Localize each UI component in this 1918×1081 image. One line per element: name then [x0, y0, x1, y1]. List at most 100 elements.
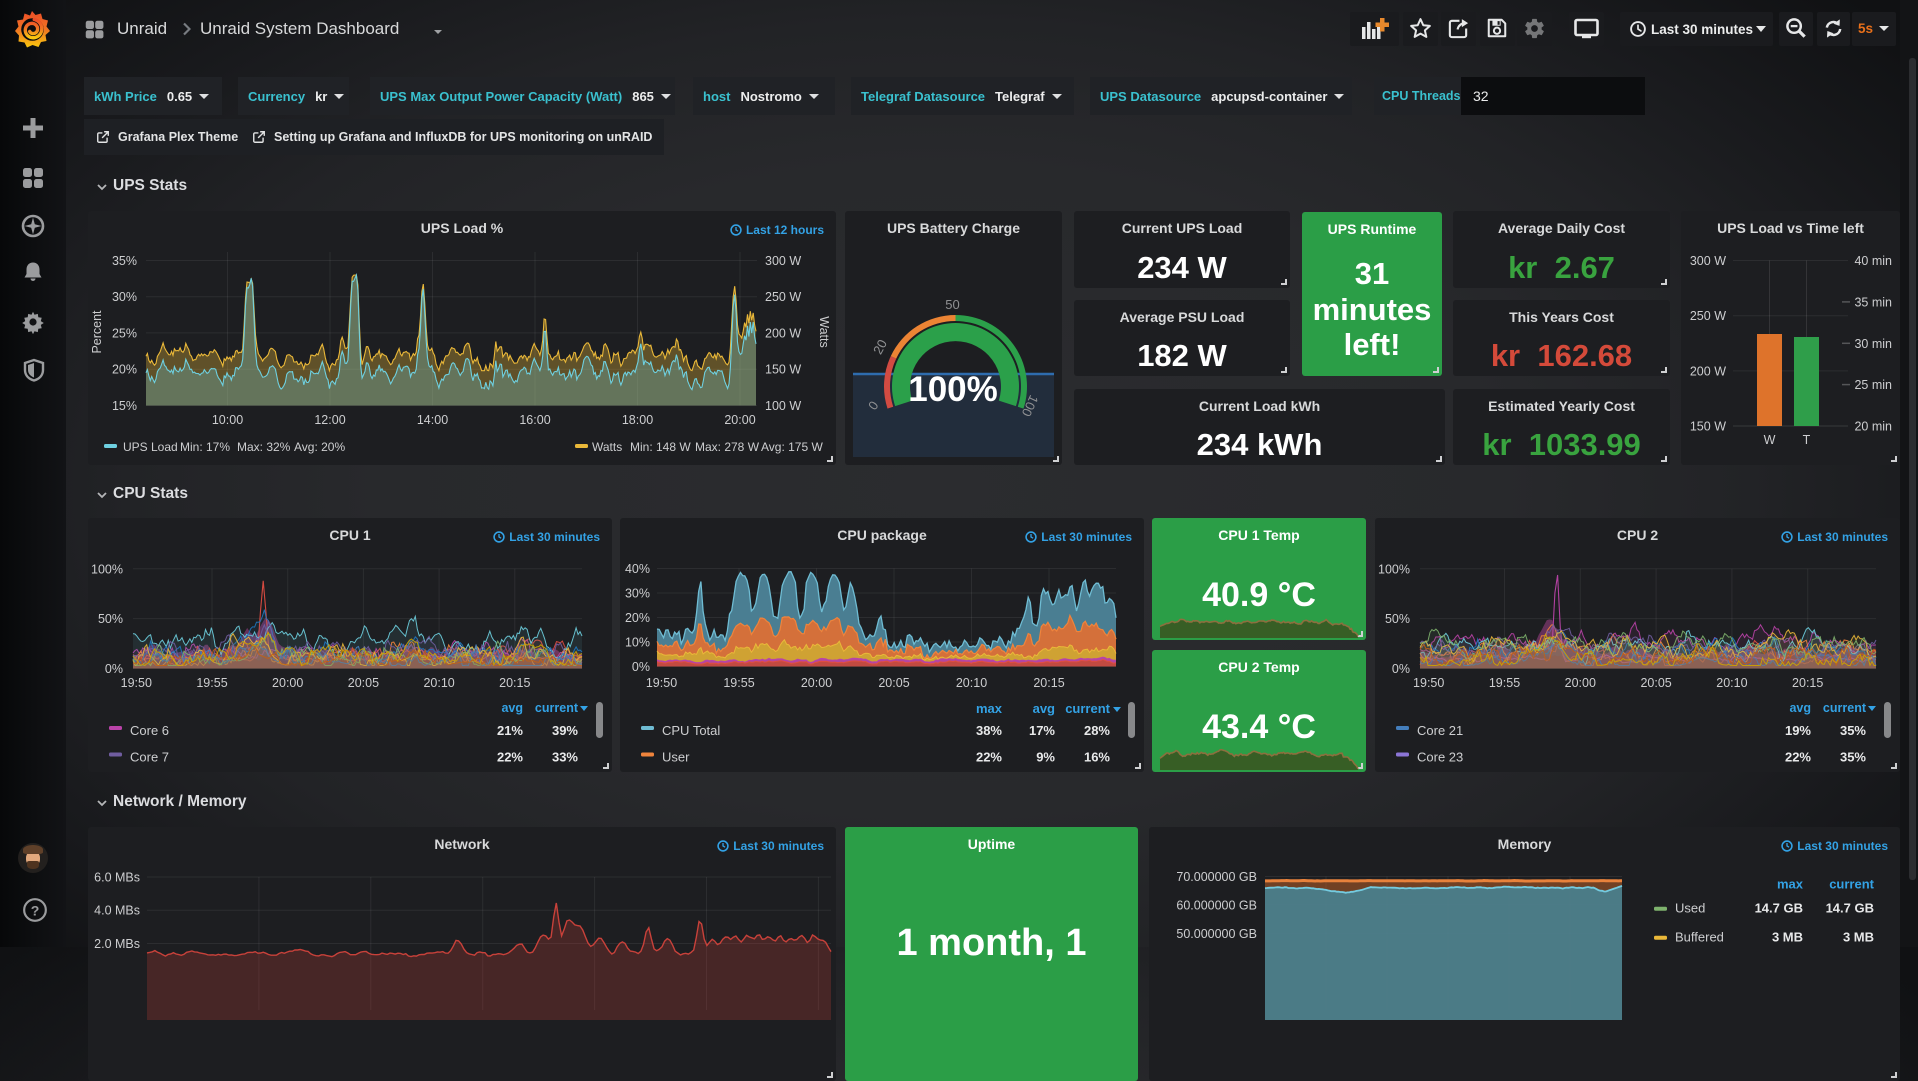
- svg-text:9%: 9%: [1036, 750, 1055, 765]
- svg-text:17%: 17%: [1029, 723, 1055, 738]
- svg-text:15%: 15%: [112, 399, 137, 413]
- svg-text:current: current: [1829, 877, 1874, 892]
- svg-text:22%: 22%: [1785, 750, 1811, 765]
- svg-text:39%: 39%: [552, 723, 578, 738]
- svg-text:300 W: 300 W: [765, 254, 801, 268]
- svg-text:22%: 22%: [976, 750, 1002, 765]
- svg-text:W: W: [1764, 433, 1776, 447]
- svg-text:35%: 35%: [1840, 750, 1866, 765]
- svg-text:Percent: Percent: [90, 310, 104, 354]
- svg-text:200 W: 200 W: [1690, 364, 1726, 378]
- svg-text:100%: 100%: [908, 370, 998, 409]
- svg-text:Max: 278 W: Max: 278 W: [695, 440, 760, 454]
- svg-text:12:00: 12:00: [314, 413, 345, 427]
- svg-text:3 MB: 3 MB: [1772, 930, 1803, 945]
- svg-text:0%: 0%: [105, 662, 123, 676]
- svg-text:20:00: 20:00: [1565, 676, 1596, 690]
- svg-text:avg: avg: [1789, 701, 1811, 715]
- svg-text:100%: 100%: [1378, 562, 1410, 576]
- svg-text:Core 7: Core 7: [130, 750, 169, 765]
- svg-text:16:00: 16:00: [519, 413, 550, 427]
- svg-text:18:00: 18:00: [622, 413, 653, 427]
- svg-text:T: T: [1803, 433, 1811, 447]
- svg-text:33%: 33%: [552, 750, 578, 765]
- svg-text:20:00: 20:00: [724, 413, 755, 427]
- svg-text:38%: 38%: [976, 723, 1002, 738]
- svg-text:20:15: 20:15: [1033, 676, 1064, 690]
- svg-text:40 min: 40 min: [1854, 254, 1892, 268]
- svg-text:50.000000 GB: 50.000000 GB: [1176, 927, 1257, 941]
- svg-text:20:10: 20:10: [1716, 676, 1747, 690]
- svg-text:20:00: 20:00: [801, 676, 832, 690]
- svg-text:50%: 50%: [98, 612, 123, 626]
- svg-text:20:05: 20:05: [348, 676, 379, 690]
- svg-text:40%: 40%: [625, 562, 650, 576]
- svg-text:20%: 20%: [625, 611, 650, 625]
- svg-text:60.000000 GB: 60.000000 GB: [1176, 898, 1257, 912]
- svg-text:Min: 17%: Min: 17%: [180, 440, 230, 454]
- svg-text:0%: 0%: [1392, 662, 1410, 676]
- svg-text:Avg: 20%: Avg: 20%: [294, 440, 345, 454]
- svg-text:Buffered: Buffered: [1675, 930, 1724, 945]
- svg-text:19:50: 19:50: [1413, 676, 1444, 690]
- svg-text:current: current: [1823, 701, 1867, 715]
- svg-text:User: User: [662, 750, 690, 765]
- svg-text:20:10: 20:10: [956, 676, 987, 690]
- svg-text:?: ?: [31, 902, 40, 918]
- svg-text:avg: avg: [1033, 701, 1055, 716]
- svg-text:28%: 28%: [1084, 723, 1110, 738]
- svg-text:avg: avg: [501, 701, 523, 715]
- svg-text:35%: 35%: [1840, 723, 1866, 738]
- svg-text:current: current: [535, 701, 579, 715]
- svg-text:300 W: 300 W: [1690, 254, 1726, 268]
- svg-text:Core 21: Core 21: [1417, 723, 1463, 738]
- svg-text:30%: 30%: [112, 290, 137, 304]
- svg-text:current: current: [1065, 701, 1110, 716]
- svg-text:Watts: Watts: [592, 440, 622, 454]
- svg-text:4.0 MBs: 4.0 MBs: [94, 904, 140, 918]
- svg-text:10:00: 10:00: [212, 413, 243, 427]
- svg-text:14:00: 14:00: [417, 413, 448, 427]
- svg-text:max: max: [1777, 877, 1804, 892]
- svg-text:22%: 22%: [497, 750, 523, 765]
- svg-text:19:55: 19:55: [1489, 676, 1520, 690]
- svg-text:150 W: 150 W: [1690, 420, 1726, 434]
- svg-text:Core 6: Core 6: [130, 723, 169, 738]
- svg-text:Min: 148 W: Min: 148 W: [630, 440, 691, 454]
- svg-text:19:50: 19:50: [646, 676, 677, 690]
- svg-text:UPS Load: UPS Load: [123, 440, 178, 454]
- svg-text:20:05: 20:05: [878, 676, 909, 690]
- svg-text:20%: 20%: [112, 363, 137, 377]
- svg-text:6.0 MBs: 6.0 MBs: [94, 871, 140, 885]
- svg-text:CPU Total: CPU Total: [662, 723, 720, 738]
- svg-text:19%: 19%: [1785, 723, 1811, 738]
- svg-text:20:10: 20:10: [423, 676, 454, 690]
- svg-text:20:15: 20:15: [1792, 676, 1823, 690]
- svg-text:70.000000 GB: 70.000000 GB: [1176, 870, 1257, 884]
- svg-text:10%: 10%: [625, 636, 650, 650]
- svg-text:200 W: 200 W: [765, 326, 801, 340]
- svg-text:Max: 32%: Max: 32%: [237, 440, 291, 454]
- svg-text:19:55: 19:55: [723, 676, 754, 690]
- svg-text:16%: 16%: [1084, 750, 1110, 765]
- svg-text:19:50: 19:50: [121, 676, 152, 690]
- svg-text:0%: 0%: [632, 660, 650, 674]
- svg-text:50%: 50%: [1385, 612, 1410, 626]
- svg-text:20:00: 20:00: [272, 676, 303, 690]
- svg-text:250 W: 250 W: [765, 290, 801, 304]
- svg-text:30 min: 30 min: [1854, 337, 1892, 351]
- svg-text:20:05: 20:05: [1640, 676, 1671, 690]
- svg-text:Core 23: Core 23: [1417, 750, 1463, 765]
- svg-text:30%: 30%: [625, 587, 650, 601]
- svg-text:max: max: [976, 701, 1003, 716]
- svg-text:35 min: 35 min: [1854, 295, 1892, 309]
- svg-text:21%: 21%: [497, 723, 523, 738]
- svg-text:Used: Used: [1675, 901, 1705, 916]
- svg-text:20 min: 20 min: [1854, 420, 1892, 434]
- svg-text:25 min: 25 min: [1854, 378, 1892, 392]
- svg-text:3 MB: 3 MB: [1843, 930, 1874, 945]
- svg-text:14.7 GB: 14.7 GB: [1755, 901, 1803, 916]
- svg-text:100%: 100%: [91, 562, 123, 576]
- svg-text:100 W: 100 W: [765, 399, 801, 413]
- svg-text:35%: 35%: [112, 254, 137, 268]
